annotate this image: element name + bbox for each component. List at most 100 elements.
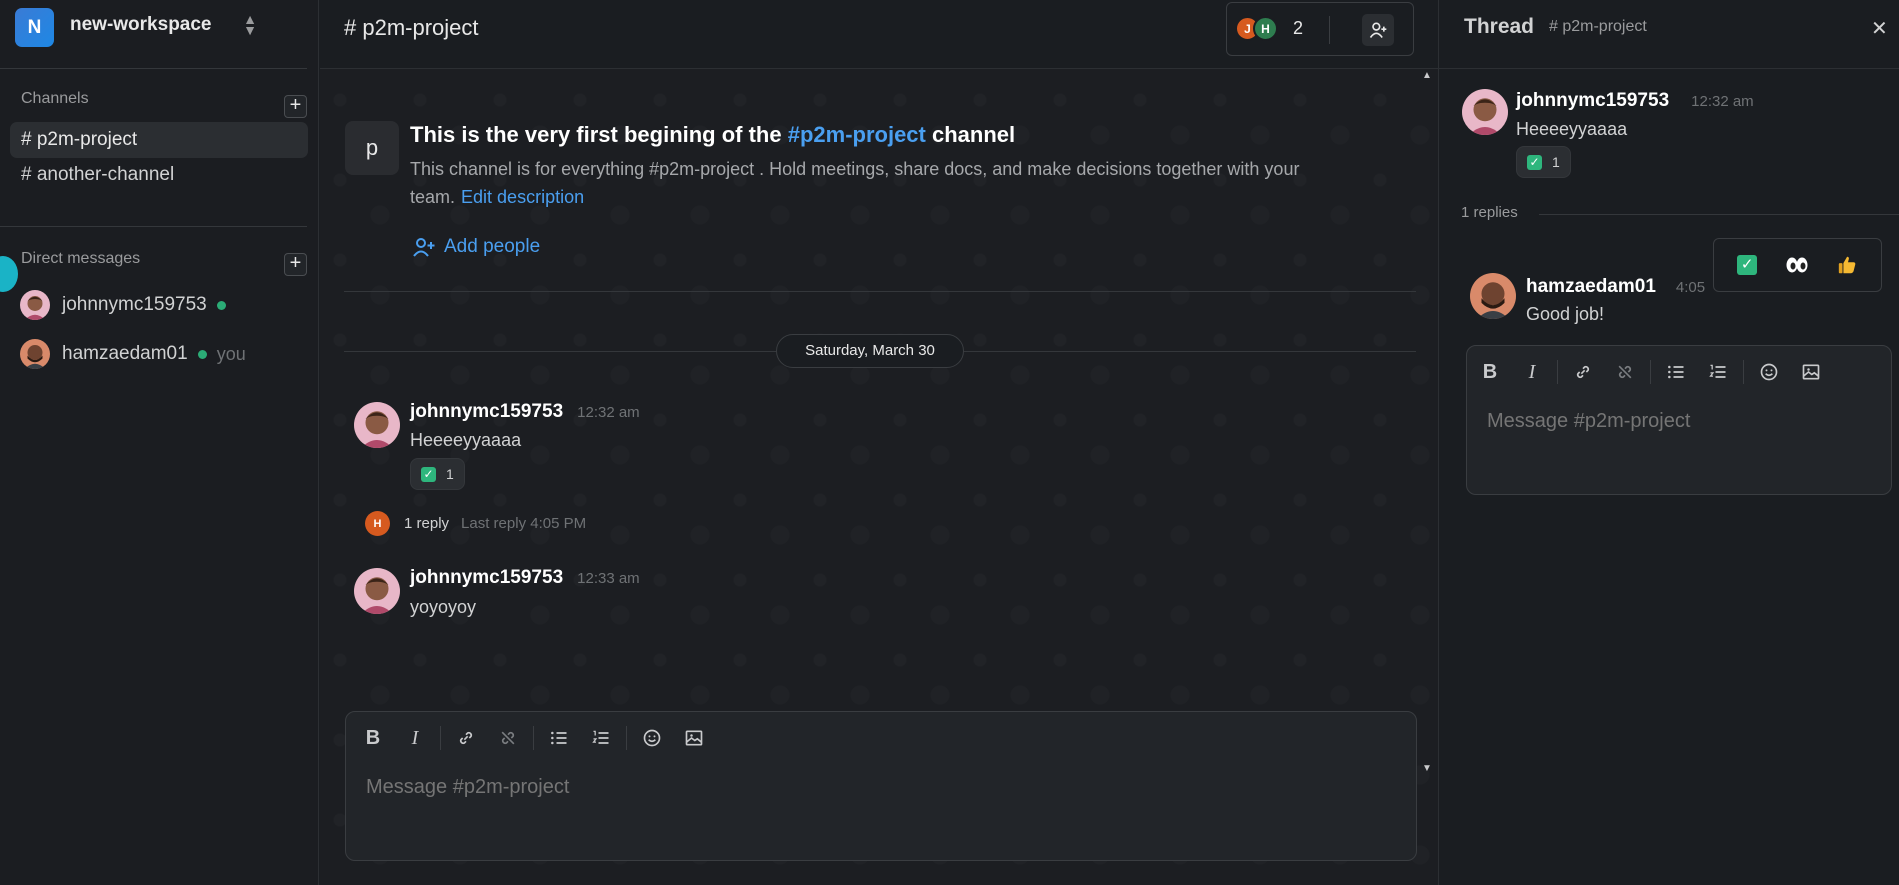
replies-divider bbox=[1539, 214, 1899, 215]
channel-link[interactable]: #p2m-project bbox=[788, 122, 926, 147]
avatar[interactable] bbox=[1462, 89, 1508, 135]
avatar[interactable] bbox=[354, 402, 400, 448]
message-author[interactable]: johnnymc159753 bbox=[1516, 90, 1669, 111]
link-icon[interactable] bbox=[451, 723, 481, 753]
composer-toolbar: B I bbox=[358, 723, 709, 753]
white-check-mark-icon[interactable]: ✓ bbox=[1732, 250, 1762, 280]
image-icon[interactable] bbox=[679, 723, 709, 753]
bold-icon[interactable]: B bbox=[358, 723, 388, 753]
thread-title: Thread bbox=[1464, 15, 1535, 38]
sidebar-divider bbox=[0, 68, 307, 69]
check-mark-icon: ✓ bbox=[1527, 154, 1542, 170]
unlink-icon[interactable] bbox=[1610, 357, 1640, 387]
check-mark-icon: ✓ bbox=[421, 466, 436, 482]
eyes-icon[interactable] bbox=[1782, 250, 1812, 280]
message-text: Good job! bbox=[1526, 304, 1605, 324]
numbered-list-icon[interactable] bbox=[1703, 357, 1733, 387]
scroll-up-icon[interactable]: ▲ bbox=[1420, 70, 1434, 84]
message-header: johnnymc159753 12:33 am bbox=[410, 567, 640, 589]
message-time: 12:33 am bbox=[577, 570, 640, 587]
message-author[interactable]: johnnymc159753 bbox=[410, 401, 563, 422]
message-text: yoyoyoy bbox=[410, 597, 477, 617]
last-reply-time: Last reply 4:05 PM bbox=[461, 515, 587, 532]
reply-count[interactable]: 1 reply bbox=[404, 515, 449, 532]
reaction-chip[interactable]: ✓ 1 bbox=[1516, 146, 1571, 178]
link-icon[interactable] bbox=[1568, 357, 1598, 387]
dm-name: johnnymc159753 bbox=[62, 294, 207, 315]
toolbar-divider bbox=[533, 726, 534, 750]
dm-item-hamzaedam01[interactable]: hamzaedam01 you bbox=[20, 338, 246, 370]
toolbar-divider bbox=[1650, 360, 1651, 384]
members-divider bbox=[1329, 16, 1330, 44]
members-button[interactable]: J H 2 bbox=[1226, 2, 1414, 56]
italic-icon[interactable]: I bbox=[400, 723, 430, 753]
message-text: Heeeeyyaaaa bbox=[1516, 119, 1628, 139]
message-author[interactable]: johnnymc159753 bbox=[410, 567, 563, 588]
message-text: Heeeeyyaaaa bbox=[410, 430, 522, 450]
toolbar-divider bbox=[440, 726, 441, 750]
reaction-chip[interactable]: ✓ 1 bbox=[410, 458, 465, 490]
toolbar-divider bbox=[626, 726, 627, 750]
thumbs-up-icon[interactable] bbox=[1833, 250, 1863, 280]
emoji-icon[interactable] bbox=[637, 723, 667, 753]
bullet-list-icon[interactable] bbox=[1661, 357, 1691, 387]
quick-reaction-bar: ✓ bbox=[1713, 238, 1882, 292]
channel-view: # p2m-project J H 2 ▲ p This is the very… bbox=[320, 0, 1438, 885]
member-avatar: H bbox=[1253, 16, 1278, 41]
thread-channel[interactable]: # p2m-project bbox=[1549, 18, 1647, 36]
message-author[interactable]: hamzaedam01 bbox=[1526, 276, 1656, 297]
reply-avatar: H bbox=[365, 511, 390, 536]
thread-root-message[interactable] bbox=[1462, 89, 1508, 140]
thread-header: Thread # p2m-project ✕ bbox=[1439, 0, 1899, 69]
toolbar-divider bbox=[1743, 360, 1744, 384]
image-icon[interactable] bbox=[1796, 357, 1826, 387]
avatar bbox=[20, 290, 50, 320]
numbered-list-icon[interactable] bbox=[586, 723, 616, 753]
dm-item-johnnymc159753[interactable]: johnnymc159753 bbox=[20, 289, 226, 321]
avatar[interactable] bbox=[1470, 273, 1516, 319]
edit-description-link[interactable]: Edit description bbox=[461, 187, 584, 207]
date-divider: Saturday, March 30 bbox=[776, 334, 964, 368]
bullet-list-icon[interactable] bbox=[544, 723, 574, 753]
emoji-icon[interactable] bbox=[1754, 357, 1784, 387]
channel-header: # p2m-project J H 2 bbox=[320, 0, 1438, 69]
sidebar-item-another-channel[interactable]: # another-channel bbox=[10, 157, 308, 193]
thread-summary[interactable]: H 1 reply Last reply 4:05 PM bbox=[365, 511, 586, 536]
dm-name: hamzaedam01 bbox=[62, 343, 188, 364]
scroll-down-icon[interactable]: ▼ bbox=[1420, 763, 1434, 777]
sidebar-item-p2m-project[interactable]: # p2m-project bbox=[10, 122, 308, 158]
message-input[interactable] bbox=[366, 772, 1396, 802]
thread-panel: Thread # p2m-project ✕ johnnymc159753 12:… bbox=[1438, 0, 1899, 885]
you-label: you bbox=[216, 343, 246, 364]
workspace-logo[interactable]: N bbox=[15, 8, 54, 47]
add-people-button[interactable]: Add people bbox=[412, 236, 540, 258]
online-status-icon bbox=[216, 300, 226, 310]
composer-toolbar: B I bbox=[1475, 357, 1826, 387]
message-header: johnnymc159753 12:32 am bbox=[410, 401, 640, 423]
close-icon[interactable]: ✕ bbox=[1871, 16, 1888, 41]
member-count: 2 bbox=[1293, 18, 1304, 38]
workspace-switch-icon[interactable]: ▲ ▼ bbox=[240, 12, 260, 40]
message-composer: B I bbox=[345, 711, 1417, 861]
thread-reply-input[interactable] bbox=[1487, 406, 1877, 436]
intro-title: This is the very first begining of the #… bbox=[410, 122, 1016, 147]
channel-title[interactable]: # p2m-project bbox=[344, 15, 479, 41]
intro-description: This channel is for everything #p2m-proj… bbox=[410, 159, 1300, 207]
add-user-icon bbox=[413, 238, 435, 257]
workspace-name[interactable]: new-workspace bbox=[70, 14, 212, 36]
sidebar-resize-handle[interactable] bbox=[0, 256, 18, 292]
avatar[interactable] bbox=[354, 568, 400, 614]
thread-reply[interactable] bbox=[1470, 273, 1516, 324]
message-item[interactable] bbox=[354, 402, 400, 453]
italic-icon[interactable]: I bbox=[1517, 357, 1547, 387]
unlink-icon[interactable] bbox=[493, 723, 523, 753]
message-time: 12:32 am bbox=[577, 404, 640, 421]
add-dm-button[interactable]: + bbox=[284, 253, 307, 276]
sidebar: N new-workspace ▲ ▼ Channels + # p2m-proj… bbox=[0, 0, 319, 885]
message-time: 4:05 p bbox=[1675, 279, 1706, 296]
add-channel-button[interactable]: + bbox=[284, 95, 307, 118]
thread-composer: B I bbox=[1466, 345, 1892, 495]
message-item[interactable] bbox=[354, 568, 400, 619]
add-member-button[interactable] bbox=[1362, 14, 1394, 46]
bold-icon[interactable]: B bbox=[1475, 357, 1505, 387]
